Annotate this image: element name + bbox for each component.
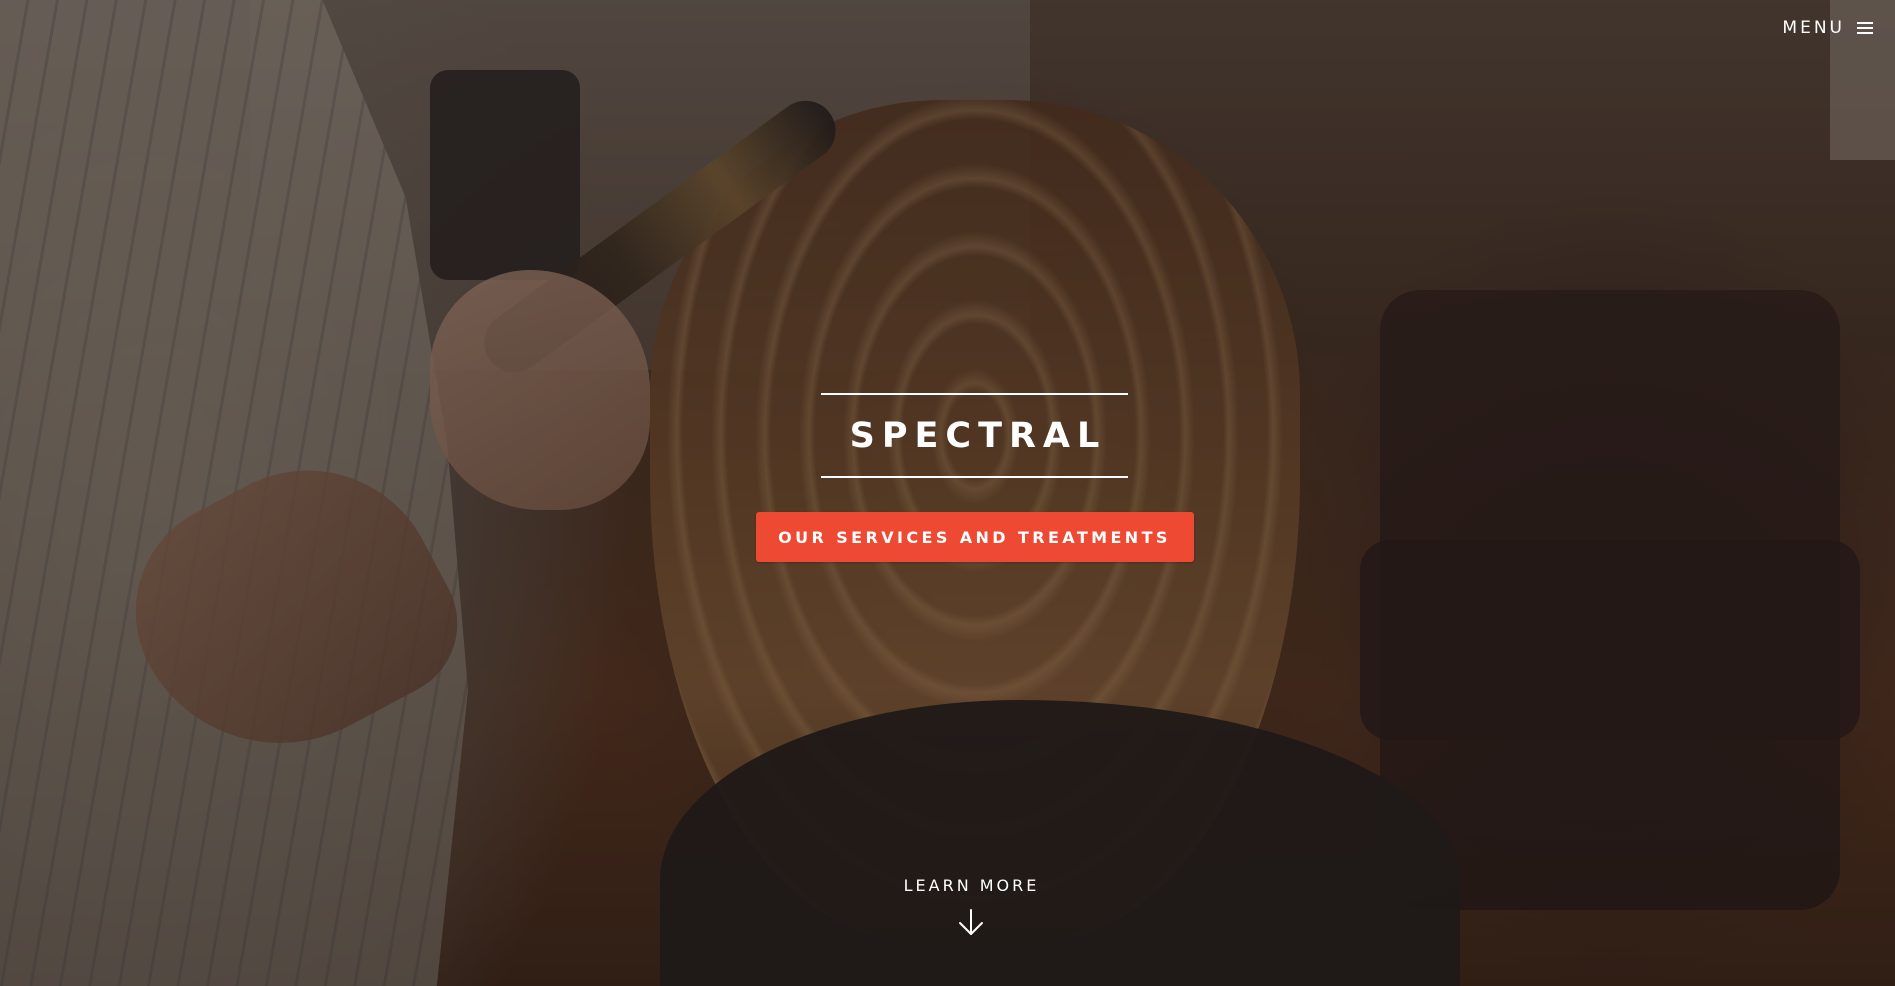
services-button[interactable]: OUR SERVICES AND TREATMENTS bbox=[755, 512, 1194, 562]
menu-button[interactable]: MENU bbox=[1782, 18, 1873, 38]
hamburger-icon[interactable] bbox=[1857, 22, 1873, 34]
site-title: SPECTRAL bbox=[849, 416, 1107, 456]
menu-label: MENU bbox=[1782, 18, 1845, 38]
learn-more-label: LEARN MORE bbox=[903, 876, 1040, 895]
title-frame: SPECTRAL bbox=[821, 393, 1128, 478]
banner: SPECTRAL OUR SERVICES AND TREATMENTS bbox=[0, 393, 1895, 562]
arrow-down-icon[interactable] bbox=[956, 907, 986, 937]
learn-more-group[interactable]: LEARN MORE bbox=[904, 876, 1040, 937]
hero-banner: MENU SPECTRAL OUR SERVICES AND TREATMENT… bbox=[0, 0, 1895, 986]
learn-more-link[interactable]: LEARN MORE bbox=[0, 876, 1895, 937]
